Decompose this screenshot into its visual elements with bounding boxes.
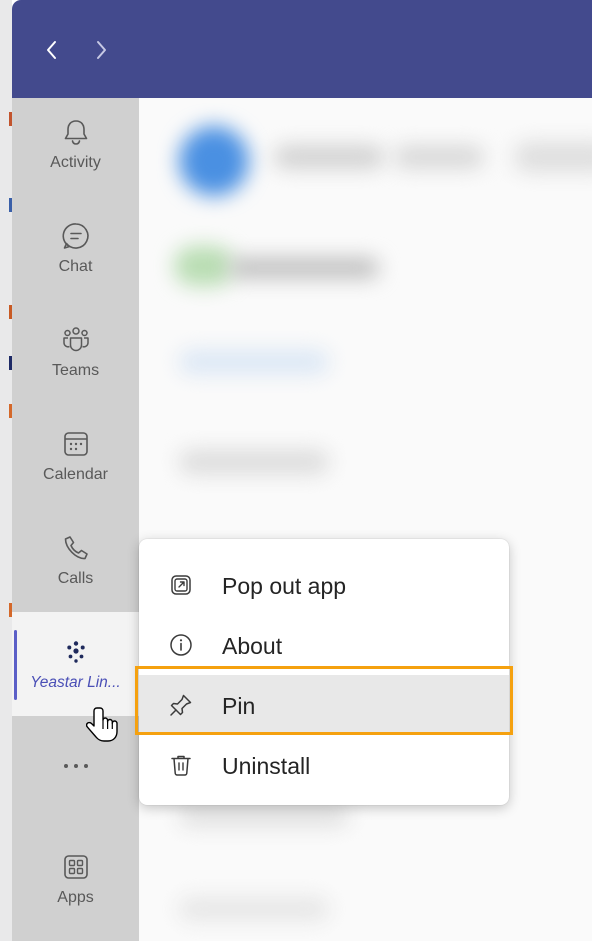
app-bar: Activity Chat Teams Calendar Calls Yeast…	[12, 98, 139, 941]
active-indicator	[14, 630, 17, 700]
menu-item-uninstall[interactable]: Uninstall	[139, 735, 509, 795]
rail-item-activity[interactable]: Activity	[12, 98, 139, 202]
info-icon	[168, 632, 194, 658]
blurred-text	[229, 258, 379, 278]
chevron-left-icon	[47, 41, 56, 59]
menu-item-label: Pop out app	[222, 573, 347, 599]
blurred-text	[179, 350, 329, 374]
rail-item-label: Activity	[50, 154, 101, 171]
menu-item-label: Pin	[222, 693, 256, 719]
chat-icon	[58, 218, 94, 254]
apps-icon	[58, 849, 94, 885]
rail-item-calendar[interactable]: Calendar	[12, 410, 139, 514]
rail-item-chat[interactable]: Chat	[12, 202, 139, 306]
blurred-text	[179, 804, 349, 826]
context-menu: Pop out app About Pin Uninstall	[139, 539, 509, 805]
blurred-text	[514, 142, 592, 172]
teams-window: Activity Chat Teams Calendar Calls Yeast…	[0, 0, 592, 941]
trash-icon	[168, 752, 194, 778]
menu-item-about[interactable]: About	[139, 615, 509, 675]
rail-item-yeastar[interactable]: Yeastar Lin...	[12, 612, 139, 716]
rail-item-label: Calendar	[43, 466, 108, 483]
blurred-text	[394, 146, 484, 168]
window-left-edge	[0, 0, 12, 941]
teams-icon	[58, 322, 94, 358]
rail-item-label: Yeastar Lin...	[30, 674, 121, 691]
back-button[interactable]	[38, 33, 66, 67]
blurred-content-area	[139, 98, 592, 941]
menu-item-label: Uninstall	[222, 753, 311, 779]
blurred-avatar	[179, 126, 249, 196]
phone-icon	[58, 530, 94, 566]
blurred-element	[174, 246, 234, 286]
menu-item-pop-out[interactable]: Pop out app	[139, 555, 509, 615]
rail-item-label: Chat	[58, 258, 93, 275]
pop-out-icon	[168, 572, 194, 598]
rail-item-teams[interactable]: Teams	[12, 306, 139, 410]
bell-icon	[58, 114, 94, 150]
yeastar-icon	[58, 634, 94, 670]
forward-button[interactable]	[87, 33, 115, 67]
rail-item-apps[interactable]: Apps	[12, 833, 139, 937]
calendar-icon	[58, 426, 94, 462]
title-bar	[12, 0, 592, 98]
rail-item-label: Calls	[57, 570, 94, 587]
blurred-text	[179, 898, 329, 920]
rail-item-calls[interactable]: Calls	[12, 514, 139, 618]
pin-icon	[168, 692, 194, 718]
more-icon	[58, 748, 94, 784]
blurred-text	[179, 450, 329, 474]
hand-cursor-icon	[85, 705, 122, 747]
menu-item-pin[interactable]: Pin	[139, 675, 509, 735]
rail-item-label: Teams	[51, 362, 100, 379]
chevron-right-icon	[97, 41, 106, 59]
menu-item-label: About	[222, 633, 283, 659]
rail-item-label: Apps	[57, 889, 94, 906]
blurred-text	[274, 146, 384, 168]
